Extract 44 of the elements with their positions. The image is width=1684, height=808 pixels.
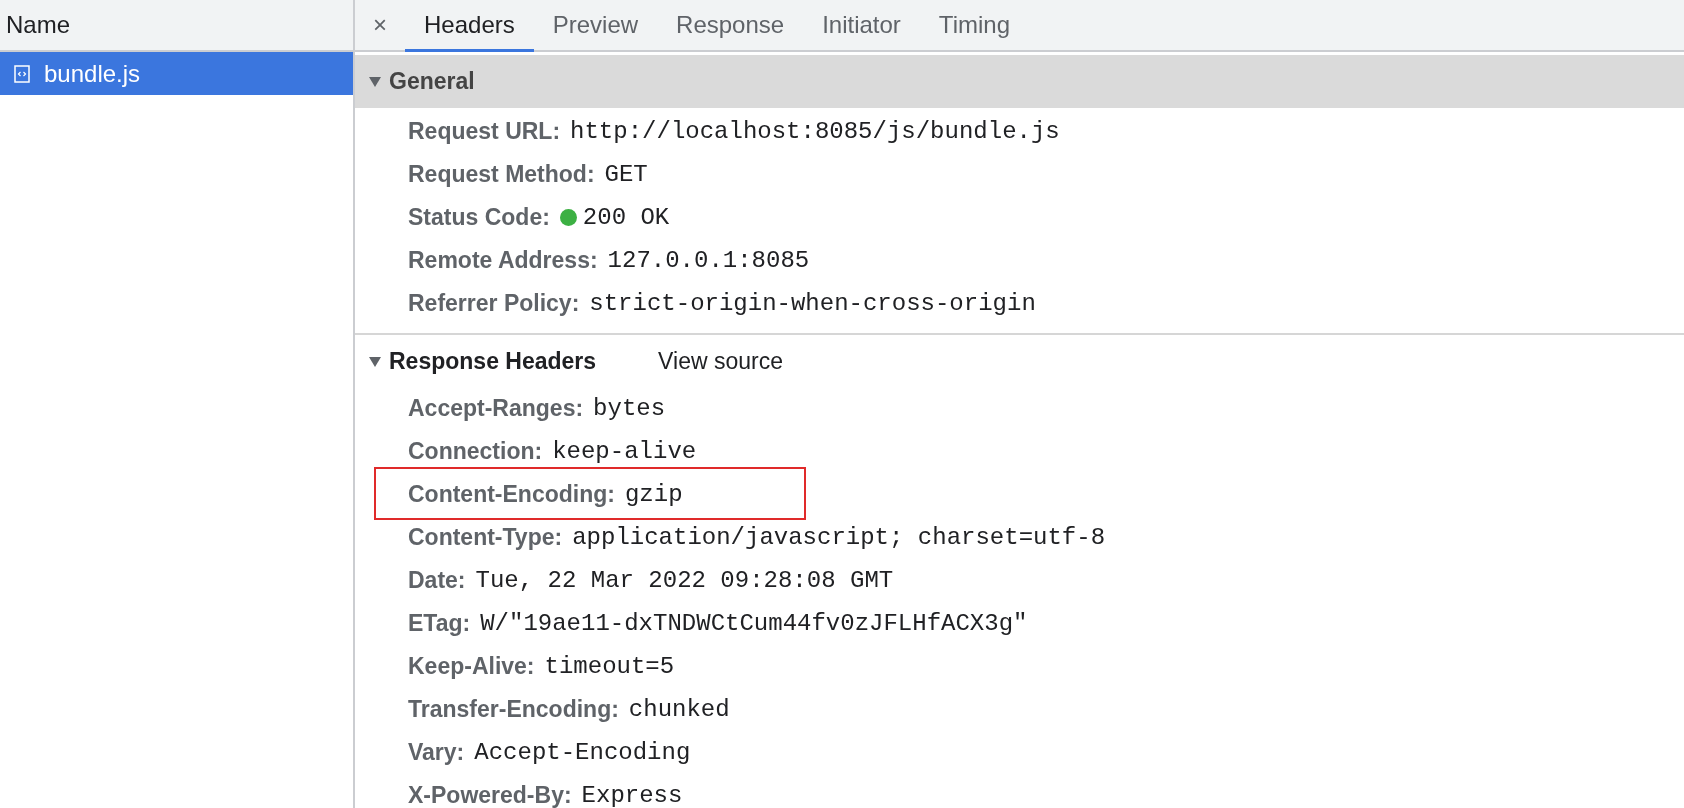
triangle-icon [369,76,381,87]
header-value: Express [581,782,683,808]
header-name: Referrer Policy: [408,290,580,317]
triangle-icon [369,356,381,367]
tab[interactable]: Headers [405,0,534,52]
header-name: Date: [408,567,466,594]
request-item[interactable]: bundle.js [0,52,353,95]
header-value: http://localhost:8085/js/bundle.js [570,118,1060,145]
header-name: Remote Address: [408,247,598,274]
header-name: Transfer-Encoding: [408,696,619,723]
header-name: Connection: [408,438,543,465]
header-value: strict-origin-when-cross-origin [589,290,1036,317]
header-name: ETag: [408,610,471,637]
script-file-icon [14,64,30,83]
section-header[interactable]: General [355,55,1684,108]
header-value: W/"19ae11-dxTNDWCtCum44fv0zJFLHfACX3g" [480,610,1028,637]
header-name: Status Code: [408,204,550,231]
column-header: Name [6,11,71,39]
header-value: 127.0.0.1:8085 [607,247,810,274]
header-name: Request URL: [408,118,561,145]
view-source-link[interactable]: View source [658,348,783,375]
header-value: timeout=5 [544,653,675,680]
section-header[interactable]: Response Headers View source [355,340,1684,383]
header-value: application/javascript; charset=utf-8 [572,524,1106,551]
header-value: Tue, 22 Mar 2022 09:28:08 GMT [475,567,894,594]
tab[interactable]: Initiator [803,0,920,52]
header-name: Request Method: [408,161,595,188]
header-value: gzip [624,481,683,508]
header-value: chunked [628,696,730,723]
header-value: GET [604,161,648,188]
header-name: Keep-Alive: [408,653,535,680]
tab[interactable]: Preview [533,0,658,52]
tab[interactable]: Response [657,0,804,52]
header-name: Accept-Ranges: [408,395,584,422]
header-value: Accept-Encoding [474,739,691,766]
header-value: bytes [593,395,666,422]
tab[interactable]: Timing [919,0,1029,52]
close-button[interactable]: × [355,0,405,50]
header-name: Vary: [408,739,465,766]
header-name: X-Powered-By: [408,782,572,808]
header-name: Content-Encoding: [408,481,615,508]
header-value: 200 OK [582,204,670,231]
header-name: Content-Type: [408,524,563,551]
header-value: keep-alive [552,438,697,465]
